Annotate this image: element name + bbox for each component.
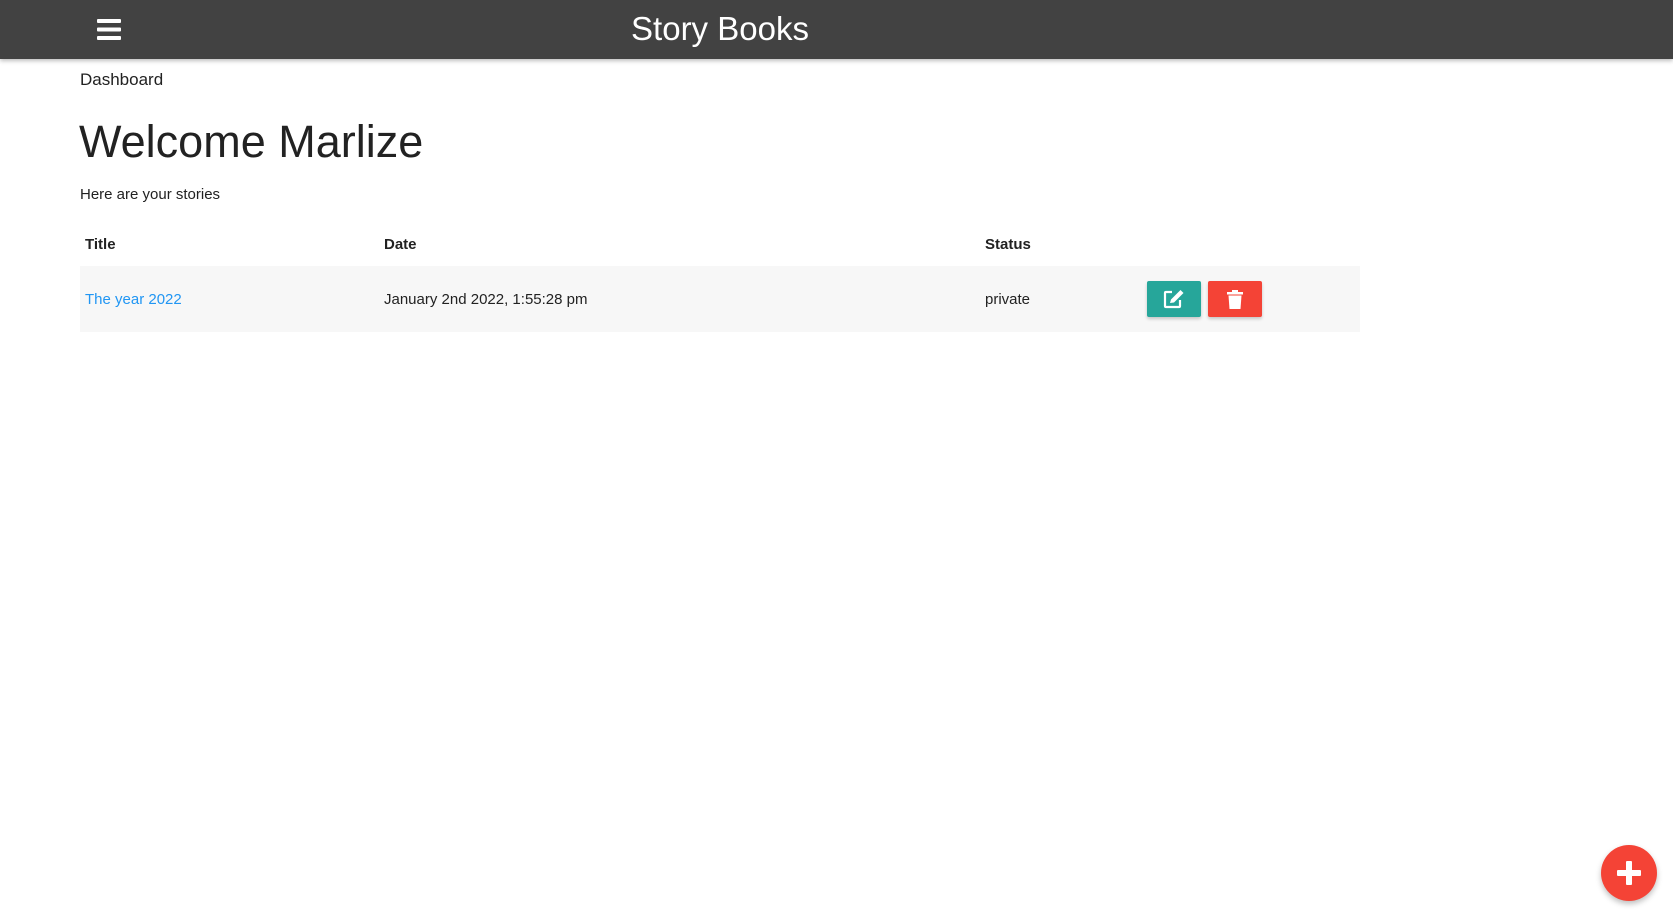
edit-story-button[interactable] bbox=[1147, 281, 1201, 317]
story-title-link[interactable]: The year 2022 bbox=[85, 291, 182, 308]
story-actions-cell bbox=[1142, 266, 1360, 332]
column-header-date: Date bbox=[384, 235, 417, 253]
brand-logo[interactable]: Story Books bbox=[0, 0, 1440, 59]
column-header-title: Title bbox=[85, 235, 116, 253]
stories-table: Title Date Status The year 2022 January … bbox=[80, 222, 1360, 332]
story-title-cell: The year 2022 bbox=[80, 266, 379, 332]
page-subtitle: Here are your stories bbox=[80, 186, 221, 203]
story-status-cell: private bbox=[980, 266, 1142, 332]
add-story-button[interactable] bbox=[1601, 845, 1657, 901]
column-header-status: Status bbox=[985, 235, 1031, 253]
page-title: Welcome Marlize bbox=[79, 116, 424, 167]
table-header-row: Title Date Status bbox=[80, 222, 1360, 266]
navbar: Story Books bbox=[0, 0, 1673, 59]
story-date-cell: January 2nd 2022, 1:55:28 pm bbox=[379, 266, 980, 332]
column-header-actions bbox=[1142, 222, 1360, 266]
breadcrumb: Dashboard bbox=[80, 70, 164, 89]
table-row: The year 2022 January 2nd 2022, 1:55:28 … bbox=[80, 266, 1360, 332]
delete-story-button[interactable] bbox=[1208, 281, 1262, 317]
trash-icon bbox=[1227, 289, 1243, 309]
plus-icon bbox=[1617, 861, 1641, 885]
edit-icon bbox=[1163, 290, 1184, 309]
